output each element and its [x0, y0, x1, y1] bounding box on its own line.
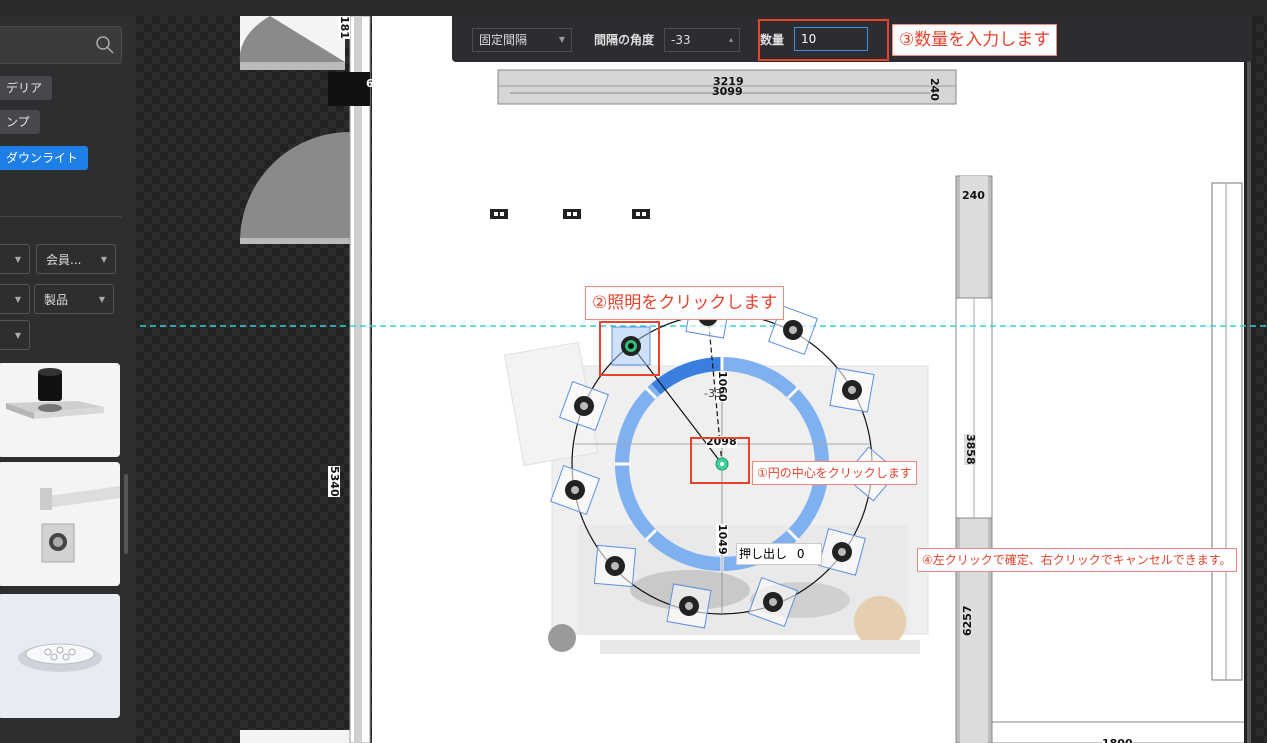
- category-chip-chandelier[interactable]: デリア: [0, 76, 53, 100]
- dimension-3099: 3099: [712, 85, 743, 98]
- dimension-1049: 1049: [716, 524, 729, 555]
- wall-spot-thumbnail: [0, 462, 120, 586]
- sidebar-panel: デリア ンプ ダウンライト ▼ 会員... ▼ ▼ 製品 ▼ ▼: [0, 16, 136, 743]
- angle-readout: -33: [704, 387, 722, 400]
- highlight-center: [690, 437, 750, 484]
- angle-label: 間隔の角度: [594, 33, 655, 47]
- dimension-5340: 5340: [328, 466, 341, 497]
- sidebar-scrollbar[interactable]: [124, 474, 128, 554]
- top-strip: [0, 0, 1267, 16]
- mode-select[interactable]: 固定間隔 ▼: [472, 28, 572, 52]
- dimension-240-right: 240: [962, 189, 985, 202]
- dimension-60: 60: [366, 77, 382, 90]
- multi-led-thumbnail: [0, 594, 120, 718]
- product-card-multi-led[interactable]: [0, 594, 120, 718]
- dimension-240-top: 240: [928, 78, 941, 101]
- sidebar-divider: [0, 216, 122, 217]
- callout-step1: ①円の中心をクリックします: [752, 461, 917, 485]
- dimension-181: 181: [338, 16, 351, 39]
- callout-step4: ④左クリックで確定、右クリックでキャンセルできます。: [917, 548, 1237, 572]
- category-chip-lamp[interactable]: ンプ: [0, 110, 40, 134]
- dimension-6257: 6257: [961, 605, 974, 636]
- filter-dropdown-member[interactable]: 会員... ▼: [36, 244, 116, 274]
- dimension-1800: 1800: [1102, 738, 1133, 743]
- search-input[interactable]: [0, 26, 122, 64]
- filter-dropdown-3[interactable]: ▼: [0, 320, 30, 350]
- extrude-field[interactable]: 押し出し 0: [736, 543, 822, 565]
- product-card-gimbal-downlight[interactable]: [0, 363, 120, 457]
- search-icon[interactable]: [95, 35, 115, 55]
- category-chip-downlight[interactable]: ダウンライト: [0, 146, 89, 170]
- callout-step3: ③数量を入力します: [892, 24, 1058, 56]
- gimbal-downlight-thumbnail: [0, 363, 120, 457]
- angle-input[interactable]: -33 ▴: [664, 28, 740, 52]
- dimension-3858: 3858: [964, 434, 977, 465]
- extrude-label: 押し出し: [739, 547, 788, 561]
- filter-dropdown-1[interactable]: ▼: [0, 244, 30, 274]
- floorplan-drawing: [140, 16, 1267, 743]
- highlight-light: [599, 321, 660, 376]
- floorplan-canvas[interactable]: 181 60 3219 3099 240 240 5340 3858 6257 …: [136, 16, 1267, 743]
- product-card-wall-spot[interactable]: [0, 462, 120, 586]
- filter-dropdown-2[interactable]: ▼: [0, 284, 30, 314]
- callout-step2: ②照明をクリックします: [585, 286, 785, 320]
- highlight-count: [758, 19, 889, 61]
- filter-dropdown-product[interactable]: 製品 ▼: [34, 284, 114, 314]
- extrude-value[interactable]: 0: [797, 547, 805, 561]
